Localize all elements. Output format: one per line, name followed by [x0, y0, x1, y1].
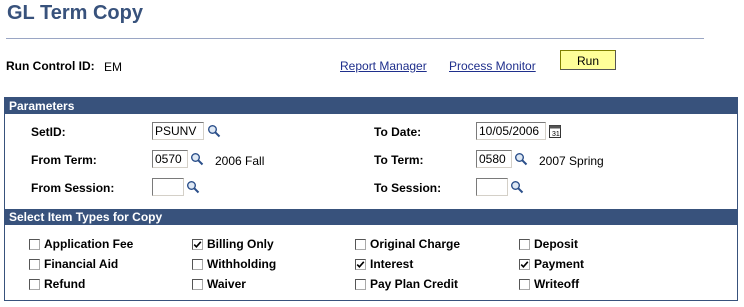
setid-label: SetID:	[31, 125, 66, 139]
item-type-writeoff[interactable]: Writeoff	[519, 277, 579, 291]
setid-lookup-icon[interactable]	[207, 124, 221, 138]
from-term-description: 2006 Fall	[215, 154, 265, 168]
checkbox[interactable]	[519, 258, 530, 270]
checkbox[interactable]	[519, 278, 530, 290]
checkbox[interactable]	[192, 238, 203, 250]
to-session-label: To Session:	[374, 181, 442, 195]
to-date-input[interactable]: 10/05/2006	[476, 122, 546, 140]
from-term-label: From Term:	[31, 153, 97, 167]
to-term-input[interactable]: 0580	[476, 150, 512, 168]
from-session-label: From Session:	[31, 181, 115, 195]
item-type-label: Withholding	[207, 257, 277, 271]
setid-input[interactable]: PSUNV	[152, 122, 204, 140]
checkbox[interactable]	[192, 258, 203, 270]
from-session-lookup-icon[interactable]	[186, 180, 200, 194]
checkmark-icon	[193, 240, 202, 248]
item-type-original-charge[interactable]: Original Charge	[355, 237, 460, 251]
checkbox[interactable]	[29, 258, 40, 270]
item-type-interest[interactable]: Interest	[355, 257, 413, 271]
process-monitor-link[interactable]: Process Monitor	[449, 59, 536, 73]
item-types-header: Select Item Types for Copy	[5, 209, 737, 225]
from-term-lookup-icon[interactable]	[190, 152, 204, 166]
item-type-label: Financial Aid	[44, 257, 119, 271]
item-type-label: Billing Only	[207, 237, 274, 251]
run-button[interactable]: Run	[560, 50, 616, 70]
item-type-label: Deposit	[534, 237, 579, 251]
item-type-label: Original Charge	[370, 237, 461, 251]
checkbox[interactable]	[29, 238, 40, 250]
item-type-deposit[interactable]: Deposit	[519, 237, 578, 251]
item-type-withholding[interactable]: Withholding	[192, 257, 276, 271]
item-type-label: Writeoff	[534, 277, 580, 291]
svg-text:31: 31	[552, 131, 560, 138]
item-type-label: Refund	[44, 277, 86, 291]
checkbox[interactable]	[355, 278, 366, 290]
checkbox[interactable]	[355, 258, 366, 270]
calendar-icon[interactable]: 31	[549, 124, 561, 138]
item-type-label: Waiver	[207, 277, 246, 291]
to-date-label: To Date:	[374, 125, 422, 139]
item-type-financial-aid[interactable]: Financial Aid	[29, 257, 118, 271]
checkbox[interactable]	[519, 238, 530, 250]
item-type-billing-only[interactable]: Billing Only	[192, 237, 274, 251]
item-type-label: Payment	[534, 257, 585, 271]
item-type-refund[interactable]: Refund	[29, 277, 85, 291]
to-term-label: To Term:	[374, 153, 424, 167]
from-session-input[interactable]	[152, 178, 184, 196]
item-type-label: Application Fee	[44, 237, 134, 251]
checkbox[interactable]	[192, 278, 203, 290]
item-type-label: Pay Plan Credit	[370, 277, 459, 291]
to-session-lookup-icon[interactable]	[510, 180, 524, 194]
checkmark-icon	[520, 260, 529, 268]
run-control-id-value: EM	[104, 60, 122, 74]
checkbox[interactable]	[29, 278, 40, 290]
run-control-id-label: Run Control ID:	[6, 59, 95, 73]
title-divider	[6, 38, 704, 39]
parameters-header: Parameters	[5, 98, 737, 114]
item-type-label: Interest	[370, 257, 414, 271]
item-type-payment[interactable]: Payment	[519, 257, 584, 271]
item-type-pay-plan-credit[interactable]: Pay Plan Credit	[355, 277, 458, 291]
parameters-panel: Parameters SetID: PSUNV To Date: 10/05/2…	[4, 97, 738, 301]
item-type-application-fee[interactable]: Application Fee	[29, 237, 133, 251]
checkbox[interactable]	[355, 238, 366, 250]
report-manager-link[interactable]: Report Manager	[340, 59, 427, 73]
item-type-waiver[interactable]: Waiver	[192, 277, 246, 291]
to-session-input[interactable]	[476, 178, 508, 196]
to-term-description: 2007 Spring	[539, 154, 604, 168]
page-title: GL Term Copy	[7, 2, 143, 24]
to-term-lookup-icon[interactable]	[514, 152, 528, 166]
checkmark-icon	[356, 260, 365, 268]
from-term-input[interactable]: 0570	[152, 150, 188, 168]
